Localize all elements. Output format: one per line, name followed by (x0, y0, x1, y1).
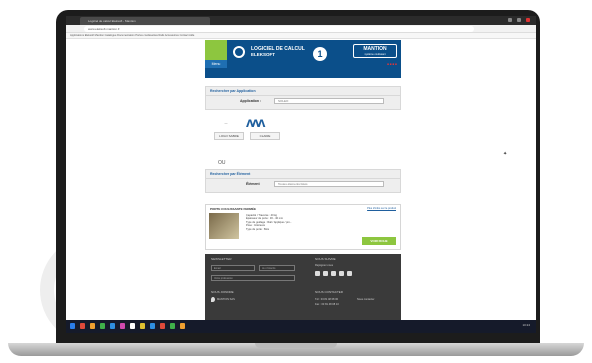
taskbar-app-icon[interactable] (130, 323, 135, 329)
newsletter-email-input[interactable]: Email (211, 265, 255, 271)
newsletter-profession-select[interactable]: Votre profession (211, 275, 295, 281)
or-separator: OU (218, 160, 226, 166)
product-card: PORTE COULISSANTE FERMÉE Plus d'infos su… (205, 204, 401, 250)
prev-arrow[interactable]: — (214, 120, 238, 126)
browser-tab[interactable]: Logiciel de calcul Eleksoft - Mantion (80, 17, 210, 25)
browser-tab-bar: Logiciel de calcul Eleksoft - Mantion (66, 16, 536, 25)
close-icon[interactable] (526, 18, 530, 22)
element-select[interactable]: Toutes éléments listés (274, 181, 384, 187)
taskbar-app-icon[interactable] (100, 323, 105, 329)
contact-title: NOUS CONTACTER (315, 290, 343, 294)
phone-number: Tél : 03 81 48 08 00 (315, 298, 339, 301)
taskbar-app-icon[interactable] (110, 323, 115, 329)
taskbar-app-icon[interactable] (80, 323, 85, 329)
search-element-title: Rechercher par Élément (206, 170, 400, 179)
application-icon: ʌʌʌ (246, 114, 265, 130)
newsletter-title: NEWSLETTER (211, 257, 232, 261)
header-subtitle: ELEKSOFT (251, 52, 276, 57)
googleplus-icon[interactable] (339, 271, 344, 276)
linkedin-icon[interactable] (347, 271, 352, 276)
os-taskbar: 10:24 (66, 320, 536, 333)
social-icons (315, 271, 352, 276)
option-button-left[interactable]: LOGO SABRE (214, 132, 244, 140)
follow-title: NOUS SUIVRE (315, 257, 336, 261)
browser-tab-title: Logiciel de calcul Eleksoft - Mantion (88, 19, 136, 23)
twitter-icon[interactable] (323, 271, 328, 276)
product-image (209, 213, 239, 239)
taskbar-app-icon[interactable] (90, 323, 95, 329)
follow-text: Rejoignez-nous (315, 264, 334, 267)
taskbar-app-icon[interactable] (120, 323, 125, 329)
view-product-button[interactable]: VOIR FICHE (362, 237, 396, 245)
taskbar-app-icon[interactable] (140, 323, 145, 329)
product-specs: Capacité / Traverse : 40 kg Épaisseur de… (246, 214, 292, 231)
fax-number: Fax : 03 81 48 08 10 (315, 303, 339, 306)
address-bar: www.eleksoft.mantion.fr (66, 25, 536, 33)
application-select[interactable]: SOLEO (274, 98, 384, 104)
start-icon[interactable] (70, 323, 75, 329)
product-link[interactable]: Plus d'infos sur le produit (367, 207, 396, 210)
mouse-cursor-icon: ✦ (503, 151, 508, 157)
search-application-title: Rechercher par Application (206, 87, 400, 96)
address-line: MANTION SAS (217, 298, 235, 301)
taskbar-app-icon[interactable] (150, 323, 155, 329)
taskbar-app-icon[interactable] (170, 323, 175, 329)
brand-tagline: système coulissant (364, 53, 386, 56)
site-footer: NEWSLETTER Email Je m'inscris Votre prof… (205, 254, 401, 320)
laptop-screen: Logiciel de calcul Eleksoft - Mantion ww… (66, 16, 536, 333)
gear-icon (233, 46, 245, 58)
minimize-icon[interactable] (508, 18, 512, 22)
maximize-icon[interactable] (517, 18, 521, 22)
contact-link[interactable]: Nous contacter (357, 298, 374, 301)
search-application-panel: Rechercher par Application Application :… (205, 86, 401, 110)
step-badge: 1 (313, 47, 327, 61)
system-clock[interactable]: 10:24 (522, 323, 530, 327)
laptop-notch (255, 343, 337, 348)
brand-logo[interactable]: MANTION système coulissant (353, 44, 397, 58)
web-page: Menu LOGICIEL DE CALCUL ELEKSOFT 1 MANTI… (66, 40, 536, 320)
menu-button[interactable]: Menu (205, 60, 227, 68)
application-label: Application : (240, 99, 262, 103)
element-label: Élément (246, 182, 260, 186)
language-flags[interactable]: ■ ■ ■ ■ (387, 62, 397, 66)
facebook-icon[interactable] (315, 271, 320, 276)
bookmarks-bar[interactable]: Applications Eleksoft Mantion Catalogue … (66, 33, 536, 39)
taskbar-app-icon[interactable] (160, 323, 165, 329)
newsletter-submit-button[interactable]: Je m'inscris (259, 265, 295, 271)
spec-line: Type de porte : Bois (246, 227, 270, 231)
option-button-right[interactable]: CLAIRE (250, 132, 280, 140)
url-text: www.eleksoft.mantion.fr (88, 27, 120, 31)
search-element-panel: Rechercher par Élément Élément Toutes él… (205, 169, 401, 193)
brand-name: MANTION (363, 46, 387, 52)
product-title: PORTE COULISSANTE FERMÉE (210, 207, 257, 211)
window-controls (508, 18, 530, 22)
taskbar-app-icon[interactable] (180, 323, 185, 329)
youtube-icon[interactable] (331, 271, 336, 276)
url-input[interactable]: www.eleksoft.mantion.fr (84, 26, 474, 32)
address-title: NOUS JOINDRE (211, 290, 234, 294)
site-logo[interactable] (205, 40, 227, 60)
location-pin-icon (211, 297, 215, 302)
site-header: Menu LOGICIEL DE CALCUL ELEKSOFT 1 MANTI… (205, 40, 401, 78)
